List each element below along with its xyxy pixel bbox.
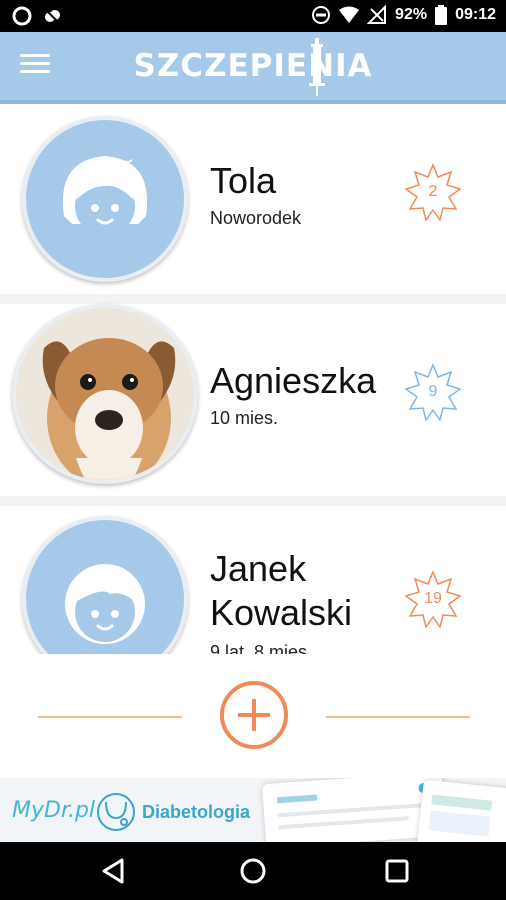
girl-face-icon bbox=[22, 116, 188, 282]
row-divider bbox=[0, 496, 506, 506]
child-row-tola[interactable]: Tola Noworodek 2 bbox=[0, 108, 506, 304]
child-age: 9 lat, 8 mies. bbox=[210, 642, 313, 654]
child-age: Noworodek bbox=[210, 208, 302, 228]
home-circle-icon[interactable] bbox=[238, 856, 268, 886]
add-child-button[interactable] bbox=[220, 681, 288, 749]
syringe-icon bbox=[309, 38, 325, 96]
no-signal-icon bbox=[367, 5, 387, 24]
wifi-icon bbox=[339, 6, 360, 23]
child-name-line1: Janek bbox=[210, 548, 307, 589]
divider-line-right bbox=[326, 716, 470, 718]
ad-section: Diabetologia bbox=[142, 802, 251, 822]
child-name: Agnieszka bbox=[210, 360, 377, 401]
stethoscope-icon bbox=[97, 793, 135, 831]
ad-banner[interactable]: MyDr.pl Diabetologia bbox=[0, 778, 506, 842]
app-title: SZCZEPIENIA bbox=[0, 48, 506, 84]
boy-face-icon bbox=[22, 516, 188, 654]
badge-count: 2 bbox=[428, 183, 438, 200]
row-divider bbox=[0, 294, 506, 304]
ad-brand: MyDr.pl bbox=[12, 798, 96, 823]
recents-square-icon[interactable] bbox=[382, 856, 412, 886]
divider-line-left bbox=[38, 716, 182, 718]
vaccine-count-badge[interactable]: 9 bbox=[404, 363, 462, 422]
battery-icon bbox=[435, 5, 448, 25]
app-title-text: SZCZEPIENIA bbox=[133, 48, 373, 84]
clock: 09:12 bbox=[455, 6, 496, 23]
child-name: Tola bbox=[210, 160, 277, 201]
dnd-icon bbox=[312, 6, 331, 24]
vaccine-count-badge-janek[interactable]: 19 bbox=[404, 570, 462, 629]
badge-count: 19 bbox=[424, 590, 442, 607]
circle-notification-icon bbox=[12, 6, 32, 26]
vaccine-count-badge[interactable]: 2 bbox=[404, 163, 462, 222]
badge-count: 9 bbox=[428, 383, 438, 400]
child-row-agnieszka[interactable]: Agnieszka 10 mies. 9 bbox=[0, 304, 506, 500]
back-triangle-icon[interactable] bbox=[98, 856, 128, 886]
puppy-photo bbox=[12, 304, 198, 484]
ad-phone-image-2 bbox=[416, 779, 506, 842]
cloud-off-icon bbox=[44, 8, 60, 24]
status-bar: 92% 09:12 bbox=[0, 0, 506, 32]
navigation-bar bbox=[0, 842, 506, 900]
child-age: 10 mies. bbox=[210, 408, 279, 428]
battery-level: 92% bbox=[395, 6, 428, 23]
app-bar: SZCZEPIENIA bbox=[0, 32, 506, 104]
child-name-line2: Kowalski bbox=[210, 592, 353, 633]
